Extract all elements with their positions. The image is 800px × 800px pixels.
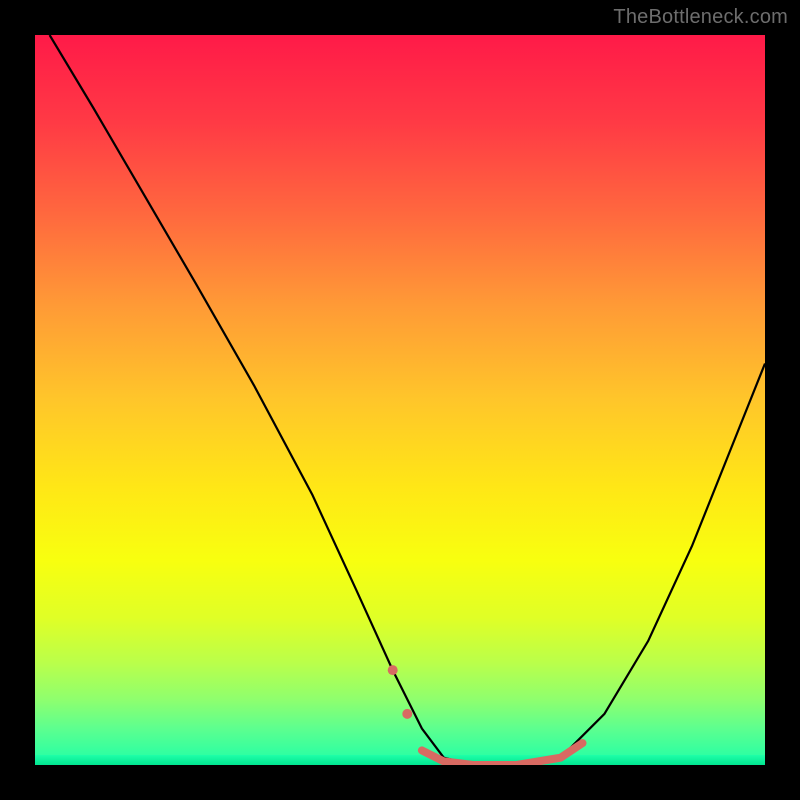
highlight-segment [422, 743, 583, 765]
chart-frame: TheBottleneck.com [0, 0, 800, 800]
plot-area [35, 35, 765, 765]
highlight-dots [388, 665, 413, 719]
bottleneck-curve [50, 35, 765, 765]
attribution-text: TheBottleneck.com [613, 6, 788, 29]
highlight-dot-0 [388, 665, 398, 675]
highlight-dot-1 [402, 709, 412, 719]
curve-layer [35, 35, 765, 765]
